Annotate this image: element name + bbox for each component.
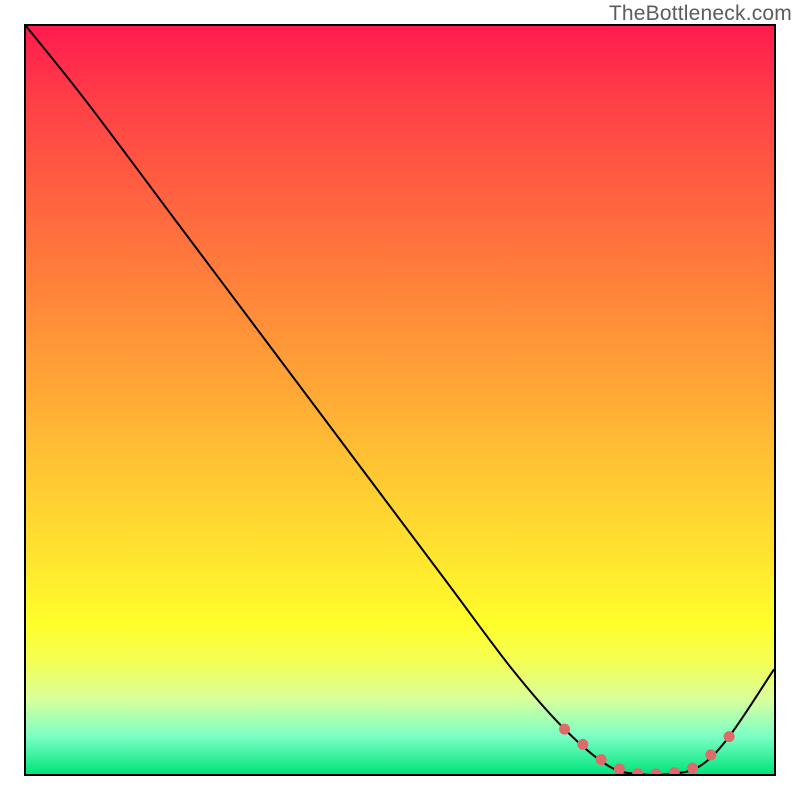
optimal-marker [705,749,716,760]
optimal-marker [596,754,607,765]
optimal-marker [577,739,588,750]
chart-frame: TheBottleneck.com [0,0,800,800]
optimal-marker [559,724,570,735]
optimal-marker [669,767,680,774]
bottleneck-curve-svg [26,26,774,774]
optimal-marker [687,763,698,774]
watermark-text: TheBottleneck.com [609,2,792,26]
optimal-zone-markers [559,724,735,774]
optimal-marker [614,764,625,774]
optimal-marker [632,768,643,774]
bottleneck-curve-path [26,26,774,774]
plot-area [24,24,776,776]
optimal-marker [650,769,661,775]
optimal-marker [724,731,735,742]
